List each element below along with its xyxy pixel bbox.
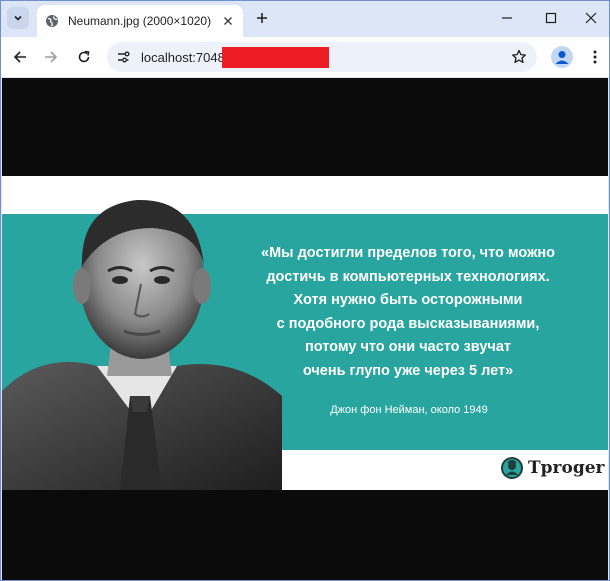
logo-text: Tproger bbox=[528, 458, 605, 478]
plus-icon bbox=[257, 13, 267, 23]
browser-toolbar: localhost:7048/ bbox=[1, 37, 609, 77]
quote-line: «Мы достигли пределов того, что можно bbox=[261, 245, 555, 261]
forward-button[interactable] bbox=[41, 47, 61, 67]
close-window-button[interactable] bbox=[580, 7, 602, 29]
profile-avatar[interactable] bbox=[551, 46, 573, 68]
tproger-logo: Tproger bbox=[500, 455, 605, 481]
url-redaction bbox=[222, 47, 329, 68]
chevron-down-icon bbox=[14, 15, 22, 21]
reload-icon bbox=[78, 50, 90, 63]
active-tab[interactable]: Neumann.jpg (2000×1020) bbox=[37, 5, 243, 37]
url-text: localhost:7048/ bbox=[141, 50, 229, 65]
maximize-button[interactable] bbox=[540, 7, 562, 29]
page-viewport: «Мы достигли пределов того, что можно до… bbox=[2, 78, 608, 580]
browser-window: Neumann.jpg (2000×1020) localhost:7048/ … bbox=[0, 0, 610, 581]
reload-button[interactable] bbox=[74, 47, 94, 67]
quote-line: с подобного рода высказываниями, bbox=[276, 315, 540, 332]
close-icon bbox=[585, 12, 597, 24]
tproger-logo-icon bbox=[501, 457, 523, 479]
arrow-right-icon bbox=[45, 51, 58, 63]
close-tab-icon[interactable] bbox=[221, 14, 235, 28]
quote-line: потому что они часто звучат bbox=[305, 339, 511, 356]
maximize-icon bbox=[545, 12, 557, 24]
tab-search-button[interactable] bbox=[7, 7, 29, 29]
kebab-menu-icon bbox=[593, 50, 597, 64]
minimize-icon bbox=[502, 17, 512, 19]
new-tab-button[interactable] bbox=[253, 9, 271, 27]
browser-menu-button[interactable] bbox=[585, 47, 605, 67]
star-icon[interactable] bbox=[511, 49, 527, 65]
globe-icon bbox=[45, 14, 59, 28]
quote-line: очень глупо уже через 5 лет» bbox=[302, 362, 514, 379]
quote-attribution: Джон фон Нейман, около 1949 bbox=[330, 404, 488, 416]
arrow-left-icon bbox=[13, 51, 26, 63]
tab-title: Neumann.jpg (2000×1020) bbox=[68, 14, 212, 28]
quote-line: достичь в компьютерных технологиях. bbox=[266, 268, 550, 285]
address-bar[interactable]: localhost:7048/ bbox=[107, 42, 537, 72]
quote-text: «Мы достигли пределов того, что можно до… bbox=[224, 242, 592, 384]
site-info-icon[interactable] bbox=[115, 49, 131, 65]
person-icon bbox=[555, 51, 569, 64]
quote-line: Хотя нужно быть осторожными bbox=[293, 292, 523, 309]
tab-strip: Neumann.jpg (2000×1020) bbox=[1, 1, 609, 37]
back-button[interactable] bbox=[10, 47, 30, 67]
minimize-button[interactable] bbox=[496, 7, 518, 29]
neumann-image[interactable]: «Мы достигли пределов того, что можно до… bbox=[2, 176, 608, 490]
